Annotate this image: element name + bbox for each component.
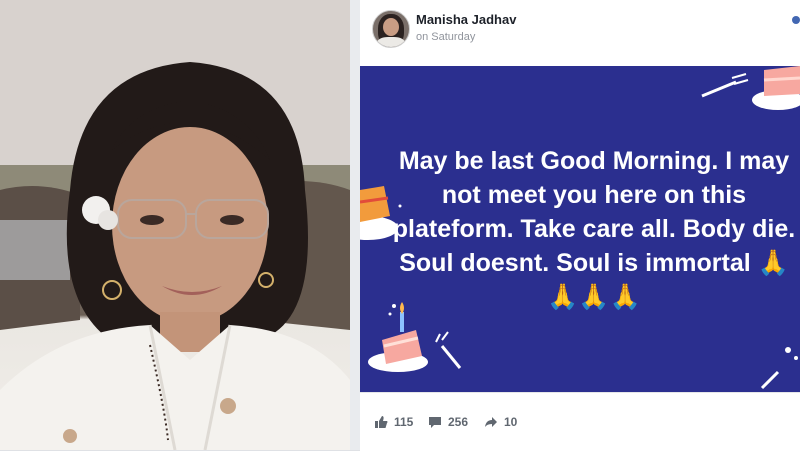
like-count: 115 [394,415,414,429]
author-name[interactable]: Manisha Jadhav [416,12,516,27]
post-timestamp[interactable]: on Saturday [416,31,475,43]
fork-icon [760,347,798,390]
post-banner: May be last Good Morning. I may not meet… [360,66,800,392]
divider [350,0,360,450]
comment-count-button[interactable]: 256 [428,415,468,429]
reaction-bar: 115 256 10 [360,392,800,451]
post-message: May be last Good Morning. I may not meet… [392,147,796,311]
like-icon [375,416,388,428]
share-icon [485,417,497,427]
post-header: Manisha Jadhav on Saturday [360,0,800,66]
profile-photo [0,0,350,450]
cake-icon [752,66,800,110]
author-avatar[interactable] [372,10,410,48]
share-count: 10 [504,415,518,429]
more-icon[interactable] [790,12,800,32]
comment-icon [429,417,441,428]
share-count-button[interactable]: 10 [484,415,517,429]
fork-icon [435,331,462,369]
fork-icon [701,73,749,98]
like-count-button[interactable]: 115 [374,415,413,429]
post-card: Manisha Jadhav on Saturday May be last G… [360,0,800,451]
comment-count: 256 [448,415,469,429]
